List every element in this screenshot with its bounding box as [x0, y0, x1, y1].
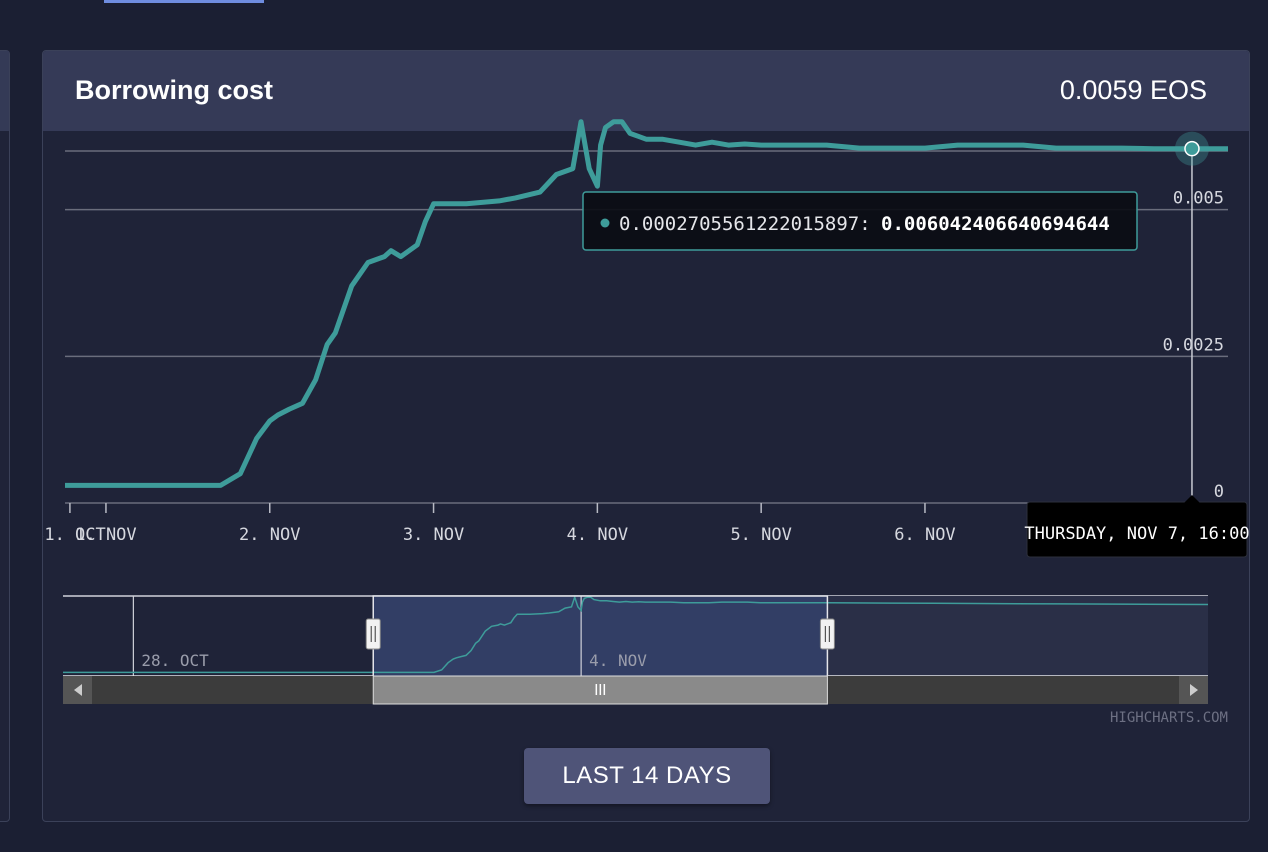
series-line: [65, 119, 1228, 488]
tooltip-value: 0.006042406640694644: [881, 213, 1110, 235]
hover-point[interactable]: [1184, 140, 1200, 157]
crosshair-label-pointer: [1183, 495, 1200, 503]
highcharts-credits: HIGHCHARTS.COM: [1110, 710, 1228, 726]
x-tick-label: 3. NOV: [403, 525, 464, 545]
borrowing-cost-chart[interactable]: 00.00250.00531. OCT1. NOV2. NOV3. NOV4. …: [43, 51, 1249, 741]
x-tick-label: 5. NOV: [730, 525, 791, 545]
crosshair-label: THURSDAY, NOV 7, 16:00: [1024, 524, 1249, 544]
y-tick-label: 0.005: [1173, 189, 1224, 209]
navigator-handle-right[interactable]: [819, 618, 835, 650]
navigator-outside-right: [827, 596, 1208, 676]
tooltip-series-dot: [600, 218, 610, 228]
y-tick-label: 0.0025: [1163, 335, 1224, 355]
navigator-handle-left[interactable]: [365, 618, 381, 650]
navigator-tick-label: 4. NOV: [589, 651, 647, 670]
adjacent-card: [0, 50, 10, 822]
adjacent-card-header: [0, 51, 9, 131]
x-tick-label: 2. NOV: [239, 525, 300, 545]
tooltip-series-label: 0.0002705561222015897:: [619, 213, 871, 235]
navigator-tick-label: 28. OCT: [141, 651, 209, 670]
x-tick-label: 6. NOV: [894, 525, 955, 545]
borrowing-cost-card: Borrowing cost 0.0059 EOS 00.00250.00531…: [42, 50, 1250, 822]
y-tick-label: 0: [1214, 482, 1224, 502]
x-tick-label: 1. NOV: [75, 525, 136, 545]
last-14-days-button[interactable]: LAST 14 DAYS: [524, 748, 770, 804]
top-tab-indicator: [104, 0, 264, 3]
x-tick-label: 4. NOV: [567, 525, 628, 545]
